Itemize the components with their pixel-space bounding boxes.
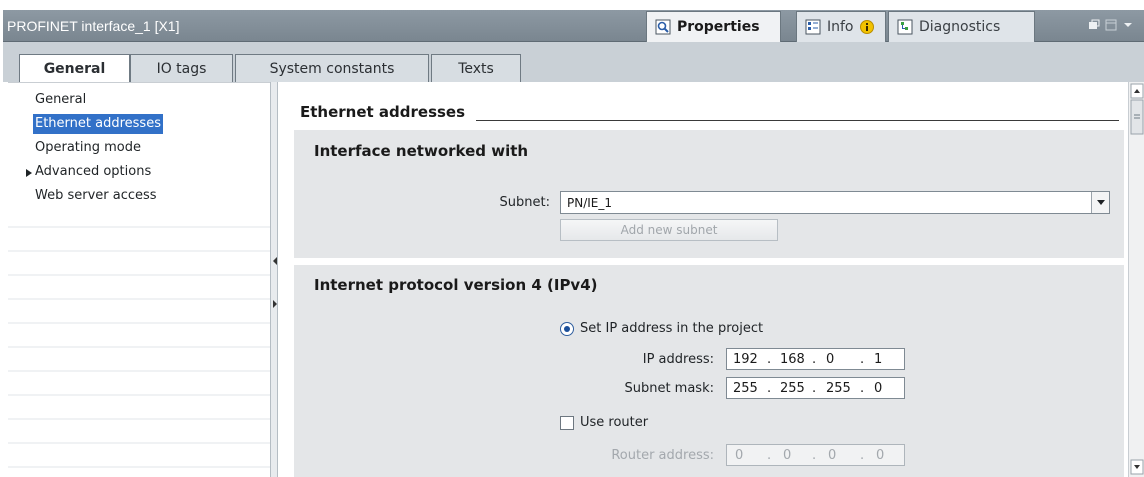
set-ip-in-project-label: Set IP address in the project bbox=[580, 321, 764, 336]
tab-diagnostics[interactable]: Diagnostics bbox=[888, 11, 1035, 42]
expand-arrow-icon[interactable] bbox=[25, 169, 33, 177]
ip-octet-2: 168 bbox=[780, 352, 805, 367]
nav-item-operating-mode[interactable]: Operating mode bbox=[35, 136, 141, 160]
add-new-subnet-button[interactable]: Add new subnet bbox=[560, 219, 778, 241]
subtab-general[interactable]: General bbox=[19, 54, 130, 83]
subtab-system-constants[interactable]: System constants bbox=[235, 54, 429, 82]
nav-item-general[interactable]: General bbox=[35, 88, 86, 112]
mask-octet-3: 255 bbox=[826, 381, 851, 396]
router-dot: . bbox=[812, 448, 817, 463]
window-controls bbox=[1088, 19, 1134, 31]
section-divider bbox=[476, 120, 1119, 121]
subnet-value: PN/IE_1 bbox=[567, 196, 613, 210]
maximize-window-icon[interactable] bbox=[1105, 19, 1117, 31]
ip-dot: . bbox=[767, 352, 772, 367]
info-badge-icon bbox=[859, 20, 874, 34]
ipv4-panel: Internet protocol version 4 (IPv4) Set I… bbox=[294, 265, 1124, 477]
float-window-icon[interactable] bbox=[1088, 19, 1100, 31]
info-tab-icon bbox=[805, 19, 821, 35]
section-title: Ethernet addresses bbox=[300, 103, 466, 121]
router-octet-3: 0 bbox=[828, 448, 837, 463]
router-address-label: Router address: bbox=[611, 448, 714, 463]
router-dot: . bbox=[860, 448, 865, 463]
ip-dot: . bbox=[860, 352, 865, 367]
router-address-field[interactable]: 0 . 0 . 0 . 0 bbox=[726, 444, 905, 466]
ip-octet-1: 192 bbox=[733, 352, 758, 367]
scroll-arrows-icon bbox=[1130, 83, 1144, 475]
subnet-mask-field[interactable]: 255 . 255 . 255 . 0 bbox=[726, 377, 905, 399]
properties-icon bbox=[655, 19, 671, 35]
interface-networked-title: Interface networked with bbox=[314, 142, 529, 160]
mask-dot: . bbox=[812, 381, 817, 396]
nav-item-web-server-access[interactable]: Web server access bbox=[35, 184, 157, 208]
ip-octet-4: 1 bbox=[874, 352, 883, 367]
router-octet-4: 0 bbox=[876, 448, 885, 463]
mask-dot: . bbox=[860, 381, 865, 396]
subnet-mask-label: Subnet mask: bbox=[624, 381, 714, 396]
use-router-checkbox[interactable] bbox=[560, 416, 574, 430]
dropdown-button[interactable] bbox=[1091, 192, 1109, 213]
subtab-io-tags[interactable]: IO tags bbox=[130, 54, 233, 82]
vertical-scrollbar[interactable] bbox=[1128, 82, 1144, 477]
subtab-strip: General IO tags System constants Texts bbox=[3, 42, 1144, 83]
tab-properties-label: Properties bbox=[677, 19, 760, 35]
properties-content: Ethernet addresses Interface networked w… bbox=[278, 82, 1128, 477]
mask-octet-2: 255 bbox=[780, 381, 805, 396]
mask-octet-1: 255 bbox=[733, 381, 758, 396]
diagnostics-icon bbox=[897, 19, 913, 35]
mask-dot: . bbox=[767, 381, 772, 396]
router-octet-1: 0 bbox=[735, 448, 744, 463]
subnet-select[interactable]: PN/IE_1 bbox=[560, 191, 1110, 214]
pane-splitter[interactable] bbox=[270, 82, 278, 477]
navigation-tree: General Ethernet addresses Operating mod… bbox=[8, 82, 270, 477]
ip-address-label: IP address: bbox=[642, 352, 714, 367]
chevron-down-icon bbox=[1097, 200, 1105, 205]
tab-info-label: Info bbox=[827, 19, 854, 35]
tab-properties[interactable]: Properties bbox=[646, 11, 781, 42]
interface-networked-panel: Interface networked with Subnet: PN/IE_1… bbox=[294, 130, 1124, 258]
ip-dot: . bbox=[812, 352, 817, 367]
set-ip-in-project-radio[interactable] bbox=[560, 322, 574, 336]
collapse-chevron-icon[interactable] bbox=[1122, 19, 1134, 31]
router-octet-2: 0 bbox=[783, 448, 792, 463]
mask-octet-4: 0 bbox=[874, 381, 883, 396]
subnet-label: Subnet: bbox=[499, 195, 550, 210]
ip-octet-3: 0 bbox=[826, 352, 835, 367]
subtab-texts[interactable]: Texts bbox=[431, 54, 521, 82]
tab-diagnostics-label: Diagnostics bbox=[919, 19, 1001, 35]
ip-address-field[interactable]: 192 . 168 . 0 . 1 bbox=[726, 348, 905, 370]
nav-item-advanced-options[interactable]: Advanced options bbox=[35, 160, 151, 184]
router-dot: . bbox=[767, 448, 772, 463]
use-router-label: Use router bbox=[580, 415, 649, 430]
nav-item-ethernet-addresses[interactable]: Ethernet addresses bbox=[33, 114, 163, 134]
tab-info[interactable]: Info bbox=[796, 11, 886, 42]
ipv4-title: Internet protocol version 4 (IPv4) bbox=[314, 276, 598, 294]
window-title: PROFINET interface_1 [X1] bbox=[7, 18, 180, 34]
inspector-title-bar: PROFINET interface_1 [X1] Properties Inf… bbox=[3, 10, 1144, 42]
